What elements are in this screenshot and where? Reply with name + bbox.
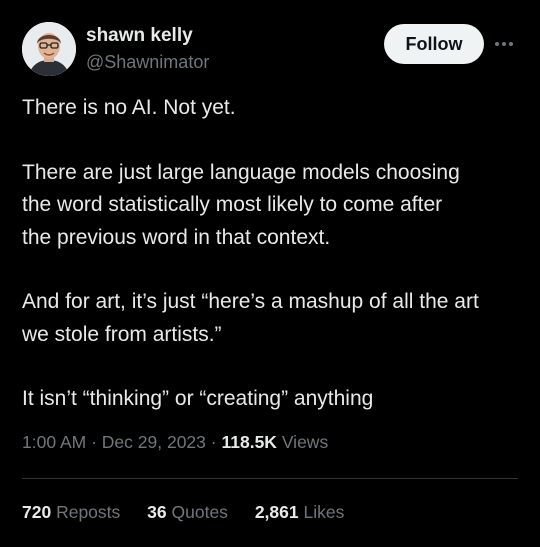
tweet-paragraph: There is no AI. Not yet. bbox=[22, 96, 236, 119]
tweet-text: There is no AI. Not yet. There are just … bbox=[22, 92, 526, 416]
reposts-label: Reposts bbox=[56, 502, 121, 522]
tweet-paragraph: It isn’t “thinking” or “creating” anythi… bbox=[22, 387, 374, 410]
person-avatar-icon bbox=[22, 22, 76, 76]
quotes-count: 36 bbox=[147, 502, 167, 522]
likes-stat[interactable]: 2,861 Likes bbox=[255, 500, 345, 524]
tweet-paragraph: And for art, it’s just “here’s a mashup … bbox=[22, 290, 479, 346]
reposts-count: 720 bbox=[22, 502, 52, 522]
author-handle[interactable]: @Shawnimator bbox=[86, 50, 209, 74]
avatar[interactable] bbox=[22, 22, 76, 76]
tweet-paragraph: There are just large language models cho… bbox=[22, 160, 460, 249]
views-count[interactable]: 118.5K bbox=[221, 432, 276, 452]
author-block: shawn kelly @Shawnimator bbox=[86, 24, 209, 74]
tweet-card: shawn kelly @Shawnimator Follow There is… bbox=[0, 0, 540, 547]
tweet-date[interactable]: Dec 29, 2023 bbox=[102, 432, 206, 452]
quotes-label: Quotes bbox=[171, 502, 228, 522]
likes-count: 2,861 bbox=[254, 502, 299, 522]
views-label: Views bbox=[281, 432, 329, 452]
follow-button[interactable]: Follow bbox=[384, 24, 484, 64]
quotes-stat[interactable]: 36 Quotes bbox=[147, 500, 228, 524]
tweet-time[interactable]: 1:00 AM bbox=[22, 432, 86, 452]
ellipsis-icon bbox=[495, 42, 513, 46]
tweet-header: shawn kelly @Shawnimator Follow bbox=[22, 22, 520, 78]
divider bbox=[22, 478, 518, 479]
meta-separator: · bbox=[91, 432, 97, 452]
reposts-stat[interactable]: 720 Reposts bbox=[22, 500, 120, 524]
meta-separator: · bbox=[210, 432, 217, 452]
likes-label: Likes bbox=[303, 502, 345, 522]
engagement-stats: 720 Reposts 36 Quotes 2,861 Likes bbox=[22, 500, 366, 524]
tweet-meta: 1:00 AM · Dec 29, 2023 · 118.5K Views bbox=[22, 430, 328, 454]
more-options-button[interactable] bbox=[492, 34, 516, 54]
author-display-name[interactable]: shawn kelly bbox=[86, 24, 209, 48]
